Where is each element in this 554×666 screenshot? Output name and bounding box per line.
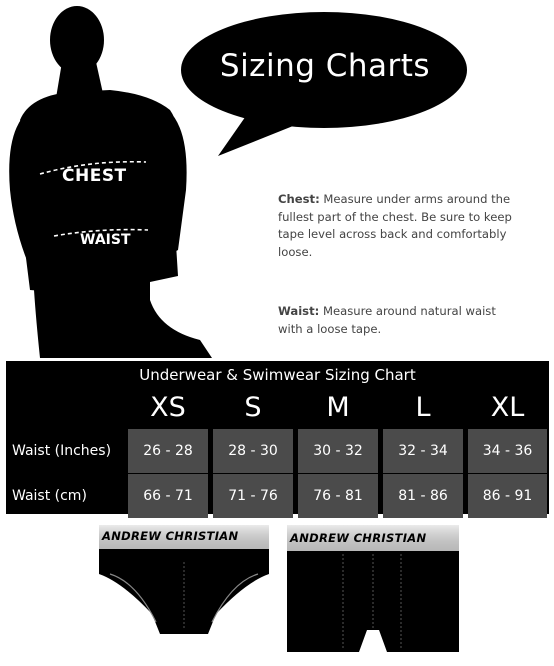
size-value-cell: 28 - 30 <box>213 429 293 473</box>
size-value-cell: 76 - 81 <box>298 474 378 518</box>
sizing-table-title: Underwear & Swimwear Sizing Chart <box>139 366 416 384</box>
waist-label: WAIST <box>80 232 131 248</box>
size-header-cell: S <box>244 391 262 423</box>
size-header-cell: M <box>326 391 350 423</box>
size-value-cell: 66 - 71 <box>128 474 208 518</box>
size-value-cell: 26 - 28 <box>128 429 208 473</box>
chest-label: CHEST <box>62 166 127 186</box>
row-label: Waist (cm) <box>12 488 87 504</box>
size-value-cell: 30 - 32 <box>298 429 378 473</box>
brief-brand-label: ANDREW CHRISTIAN <box>102 529 239 543</box>
chest-term: Chest: <box>278 192 320 206</box>
chest-description: Chest: Measure under arms around the ful… <box>278 191 518 261</box>
size-header-cell: XL <box>490 391 525 423</box>
size-value-cell: 32 - 34 <box>383 429 463 473</box>
size-value-cell: 71 - 76 <box>213 474 293 518</box>
size-header-cell: L <box>415 391 431 423</box>
size-value-cell: 86 - 91 <box>468 474 547 518</box>
waist-description: Waist: Measure around natural waist with… <box>278 303 518 338</box>
row-label: Waist (Inches) <box>12 443 112 459</box>
size-value-cell: 34 - 36 <box>468 429 547 473</box>
size-value-cell: 81 - 86 <box>383 474 463 518</box>
size-header-cell: XS <box>150 391 186 423</box>
trunk-brand-label: ANDREW CHRISTIAN <box>290 531 427 545</box>
waist-term: Waist: <box>278 304 320 318</box>
